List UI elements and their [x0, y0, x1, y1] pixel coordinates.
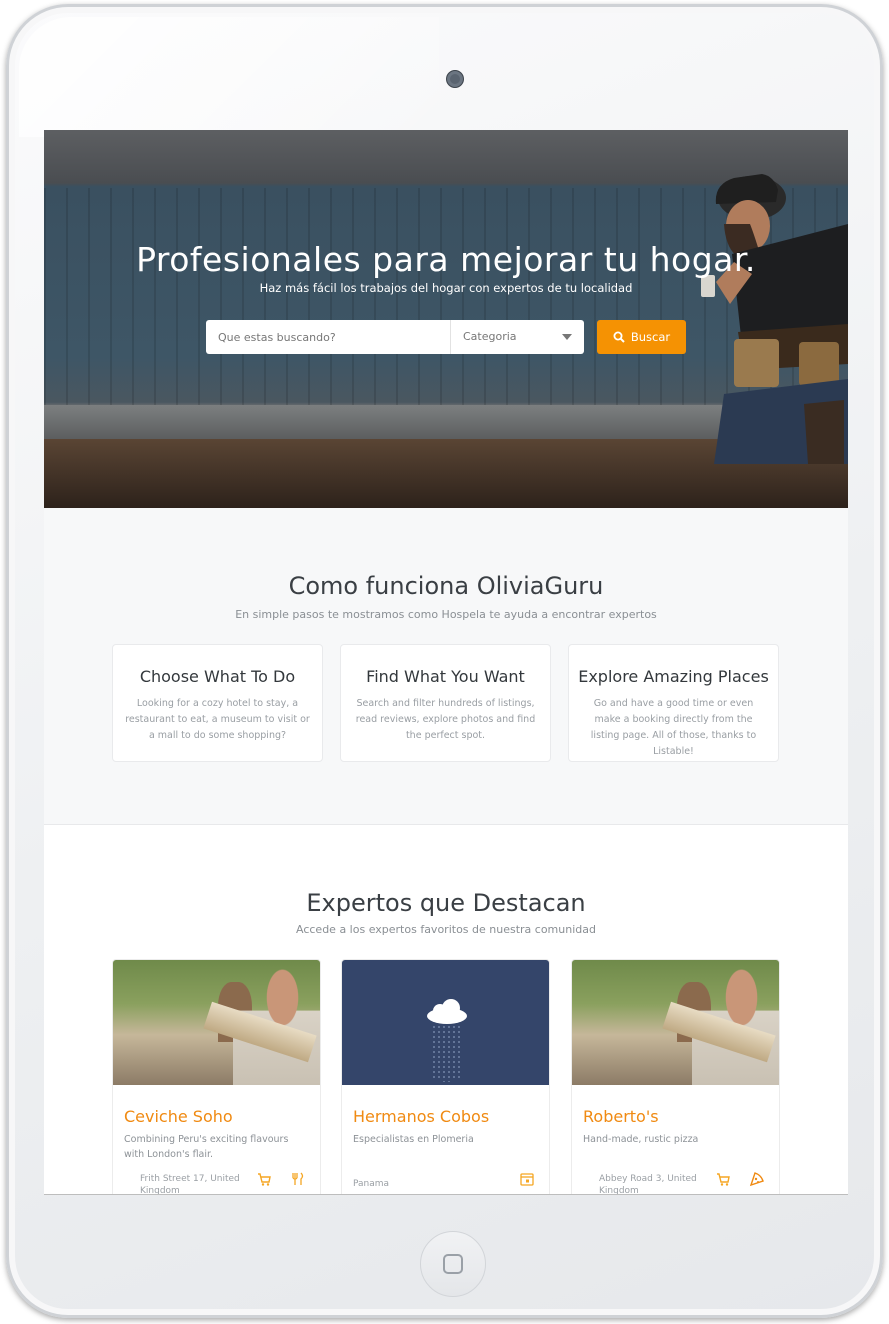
- category-select-label: Categoria: [463, 330, 517, 343]
- listing-description: Combining Peru's exciting flavours with …: [124, 1134, 289, 1160]
- how-subtitle: En simple pasos te mostramos como Hospel…: [235, 608, 657, 621]
- pizza-icon: [749, 1172, 764, 1187]
- listing-name[interactable]: Roberto's: [583, 1107, 779, 1126]
- step-title: Choose What To Do: [139, 667, 296, 686]
- hero-banner: Profesionales para mejorar tu hogar. Haz…: [44, 130, 848, 508]
- home-button-icon: [443, 1254, 463, 1274]
- worker-silhouette: [714, 174, 848, 464]
- step-description: Looking for a cozy hotel to stay, a rest…: [125, 698, 310, 741]
- home-button[interactable]: [420, 1231, 486, 1297]
- step-card: Find What You Want Search and filter hun…: [340, 644, 551, 762]
- chevron-down-icon: [562, 334, 572, 340]
- featured-title: Expertos que Destacan: [306, 889, 586, 917]
- listing-card[interactable]: Roberto's Hand-made, rustic pizza Abbey …: [571, 959, 780, 1195]
- screen-bottom-edge: [44, 1194, 848, 1195]
- listing-address: Panama: [353, 1179, 390, 1189]
- hero-subtitle: Haz más fácil los trabajos del hogar con…: [259, 281, 633, 295]
- hero-title: Profesionales para mejorar tu hogar.: [136, 240, 756, 279]
- listing-description: Hand-made, rustic pizza: [583, 1134, 699, 1145]
- listing-photo: [572, 960, 779, 1085]
- listing-footer: Panama: [353, 1171, 538, 1195]
- listing-card[interactable]: Ceviche Soho Combining Peru's exciting f…: [112, 959, 321, 1195]
- search-bar: Categoria: [206, 320, 584, 354]
- step-card: Explore Amazing Places Go and have a goo…: [568, 644, 779, 762]
- step-title: Explore Amazing Places: [578, 667, 769, 686]
- featured-subtitle: Accede a los expertos favoritos de nuest…: [296, 923, 596, 936]
- screen: Profesionales para mejorar tu hogar. Haz…: [44, 130, 848, 1195]
- frame-gloss: [19, 17, 439, 137]
- listing-name[interactable]: Ceviche Soho: [124, 1107, 320, 1126]
- category-select[interactable]: Categoria: [450, 320, 584, 354]
- featured-experts-section: Expertos que Destacan Accede a los exper…: [44, 825, 848, 1195]
- listing-address: Frith Street 17, United Kingdom: [140, 1174, 240, 1195]
- how-it-works-section: Como funciona OliviaGuru En simple pasos…: [44, 508, 848, 825]
- search-icon: [613, 331, 625, 343]
- listing-footer: Frith Street 17, United Kingdom: [124, 1171, 309, 1195]
- listing-address: Abbey Road 3, United Kingdom: [599, 1174, 697, 1195]
- cart-icon: [258, 1173, 271, 1186]
- calendar-icon: [520, 1173, 534, 1186]
- step-description: Go and have a good time or even make a b…: [590, 698, 757, 757]
- listing-name[interactable]: Hermanos Cobos: [353, 1107, 549, 1126]
- listing-description: Especialistas en Plomeria: [353, 1134, 474, 1145]
- rain-cloud-icon: [427, 999, 467, 1082]
- food-icon: [292, 1172, 304, 1185]
- front-camera: [446, 70, 464, 88]
- search-button-label: Buscar: [630, 330, 671, 344]
- listing-photo: [342, 960, 549, 1085]
- step-title: Find What You Want: [366, 667, 525, 686]
- search-button[interactable]: Buscar: [597, 320, 686, 354]
- search-input[interactable]: [206, 320, 450, 354]
- step-card: Choose What To Do Looking for a cozy hot…: [112, 644, 323, 762]
- listing-card[interactable]: Hermanos Cobos Especialistas en Plomeria…: [341, 959, 550, 1195]
- how-title: Como funciona OliviaGuru: [288, 572, 604, 600]
- step-description: Search and filter hundreds of listings, …: [355, 698, 536, 741]
- listing-footer: Abbey Road 3, United Kingdom: [583, 1171, 768, 1195]
- listing-photo: [113, 960, 320, 1085]
- cart-icon: [717, 1173, 730, 1186]
